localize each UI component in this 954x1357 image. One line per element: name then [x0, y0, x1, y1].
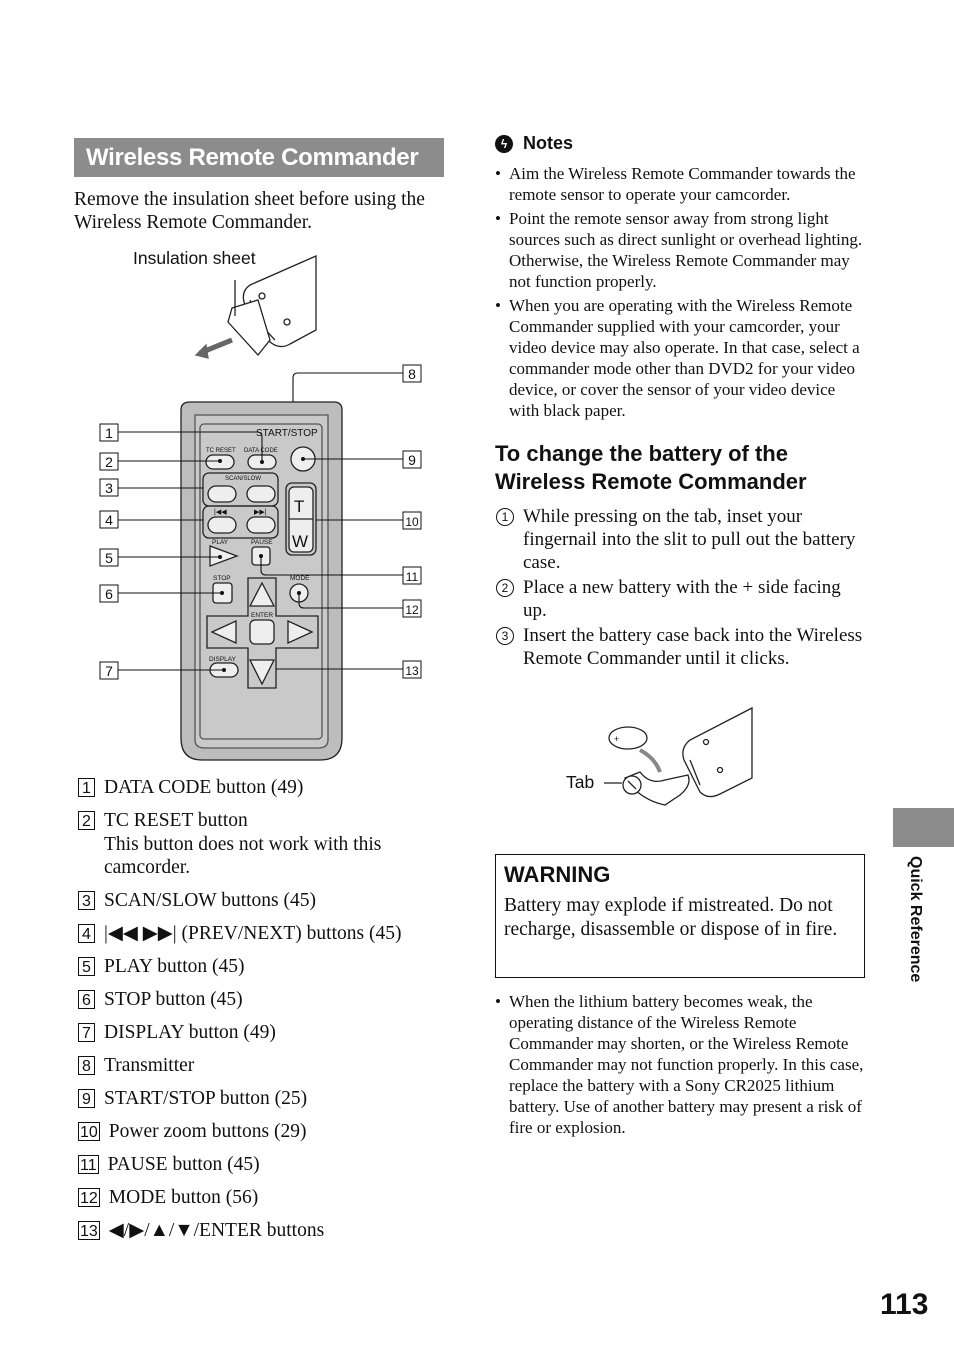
svg-text:12: 12: [405, 603, 419, 617]
note-item: When you are operating with the Wireless…: [495, 295, 865, 421]
list-item: 5 PLAY button (45): [78, 955, 458, 979]
svg-text:13: 13: [405, 664, 419, 678]
svg-text:4: 4: [105, 512, 113, 528]
enter-button[interactable]: [249, 619, 275, 645]
callout-2: 2: [99, 452, 119, 471]
svg-text:2: 2: [105, 454, 113, 470]
notes-list: Aim the Wireless Remote Commander toward…: [495, 163, 865, 424]
svg-text:SCAN/SLOW: SCAN/SLOW: [225, 476, 261, 482]
note-item: When the lithium battery becomes weak, t…: [495, 991, 865, 1138]
callout-6: 6: [99, 584, 119, 603]
scan-slow-forward-button[interactable]: [246, 485, 276, 503]
list-item: 13 ◀/▶/▲/▼/ENTER buttons: [78, 1220, 325, 1241]
svg-text:START/STOP: START/STOP: [256, 428, 318, 439]
battery-heading: To change the battery of the Wireless Re…: [495, 441, 807, 494]
svg-text:STOP: STOP: [213, 575, 231, 582]
insulation-sheet-illustration: [194, 255, 317, 359]
callout-4: 4: [99, 510, 119, 529]
list-item: 9 START/STOP button (25): [78, 1087, 458, 1111]
svg-text:TC RESET: TC RESET: [206, 448, 236, 454]
section-title: Wireless Remote Commander: [74, 138, 444, 177]
svg-text:5: 5: [105, 550, 113, 566]
callout-12: 12: [402, 599, 422, 618]
svg-text:10: 10: [405, 515, 419, 529]
list-item: 3 SCAN/SLOW buttons (45): [78, 889, 458, 913]
callout-3: 3: [99, 478, 119, 497]
step-item: 1 While pressing on the tab, inset your f…: [495, 505, 865, 574]
notes-icon: ϟ: [495, 134, 513, 153]
remote-diagram: Insulation sheet START/STOP TC RESET DAT…: [99, 248, 422, 761]
svg-text:7: 7: [105, 663, 113, 679]
section-tab: [893, 808, 954, 847]
battery-steps: 1 While pressing on the tab, inset your f…: [495, 505, 865, 672]
svg-text:T: T: [294, 497, 304, 516]
svg-text:1: 1: [105, 425, 113, 441]
battery-note-list: When the lithium battery becomes weak, t…: [495, 991, 865, 1141]
list-item: 4 |◀◀ ▶▶| (PREV/NEXT) buttons (45): [78, 922, 458, 946]
note-item: Point the remote sensor away from strong…: [495, 208, 865, 292]
list-item: 6 STOP button (45): [78, 988, 458, 1012]
callout-11: 11: [402, 566, 422, 585]
list-item: 10 Power zoom buttons (29): [78, 1121, 307, 1142]
svg-text:9: 9: [408, 452, 416, 468]
svg-text:8: 8: [408, 366, 416, 382]
list-item: 11 PAUSE button (45): [78, 1154, 260, 1175]
callout-5: 5: [99, 548, 119, 567]
callout-13: 13: [402, 660, 422, 679]
warning-title: WARNING: [504, 862, 611, 887]
list-item: 8 Transmitter: [78, 1054, 458, 1078]
svg-text:DISPLAY: DISPLAY: [209, 656, 237, 663]
callout-7: 7: [99, 661, 119, 680]
note-item: Aim the Wireless Remote Commander toward…: [495, 163, 865, 205]
warning-box: WARNING Battery may explode if mistreate…: [495, 854, 865, 978]
svg-text:W: W: [292, 532, 308, 551]
battery-illustration: +: [604, 706, 753, 806]
callout-10: 10: [402, 511, 422, 530]
svg-text:11: 11: [406, 570, 419, 584]
svg-text:+: +: [614, 734, 619, 744]
callout-9: 9: [402, 450, 422, 469]
callout-1: 1: [99, 423, 119, 442]
list-item: 1 DATA CODE button (49): [78, 776, 458, 800]
warning-text: Battery may explode if mistreated. Do no…: [504, 895, 838, 940]
step-item: 2 Place a new battery with the + side fac…: [495, 576, 865, 622]
svg-text:|◀◀: |◀◀: [214, 509, 227, 516]
svg-text:6: 6: [105, 586, 113, 602]
prev-button[interactable]: [207, 516, 237, 534]
svg-text:PLAY: PLAY: [212, 539, 229, 546]
notes-heading: ϟ Notes: [495, 133, 573, 154]
step-item: 3 Insert the battery case back into the W…: [495, 624, 865, 670]
insulation-sheet-label: Insulation sheet: [133, 248, 256, 268]
scan-slow-back-button[interactable]: [207, 485, 237, 503]
tab-label: Tab: [566, 772, 595, 792]
section-tab-label: Quick Reference: [907, 856, 924, 983]
list-item: 12 MODE button (56): [78, 1187, 259, 1208]
intro-text: Remove the insulation sheet before using…: [74, 189, 425, 233]
svg-text:DATA CODE: DATA CODE: [244, 448, 278, 454]
svg-text:ENTER: ENTER: [251, 612, 273, 619]
list-item: 2 TC RESET button This button does not wor…: [78, 809, 458, 880]
svg-text:MODE: MODE: [290, 575, 310, 582]
list-item: 7 DISPLAY button (49): [78, 1021, 458, 1045]
button-list: 1 DATA CODE button (49) 2 TC RESET button T…: [78, 776, 458, 1252]
svg-text:PAUSE: PAUSE: [251, 539, 273, 546]
page-number: 113: [880, 1288, 929, 1321]
svg-text:▶▶|: ▶▶|: [254, 509, 267, 516]
next-button[interactable]: [246, 516, 276, 534]
svg-text:3: 3: [105, 480, 113, 496]
callout-8: 8: [402, 364, 422, 383]
